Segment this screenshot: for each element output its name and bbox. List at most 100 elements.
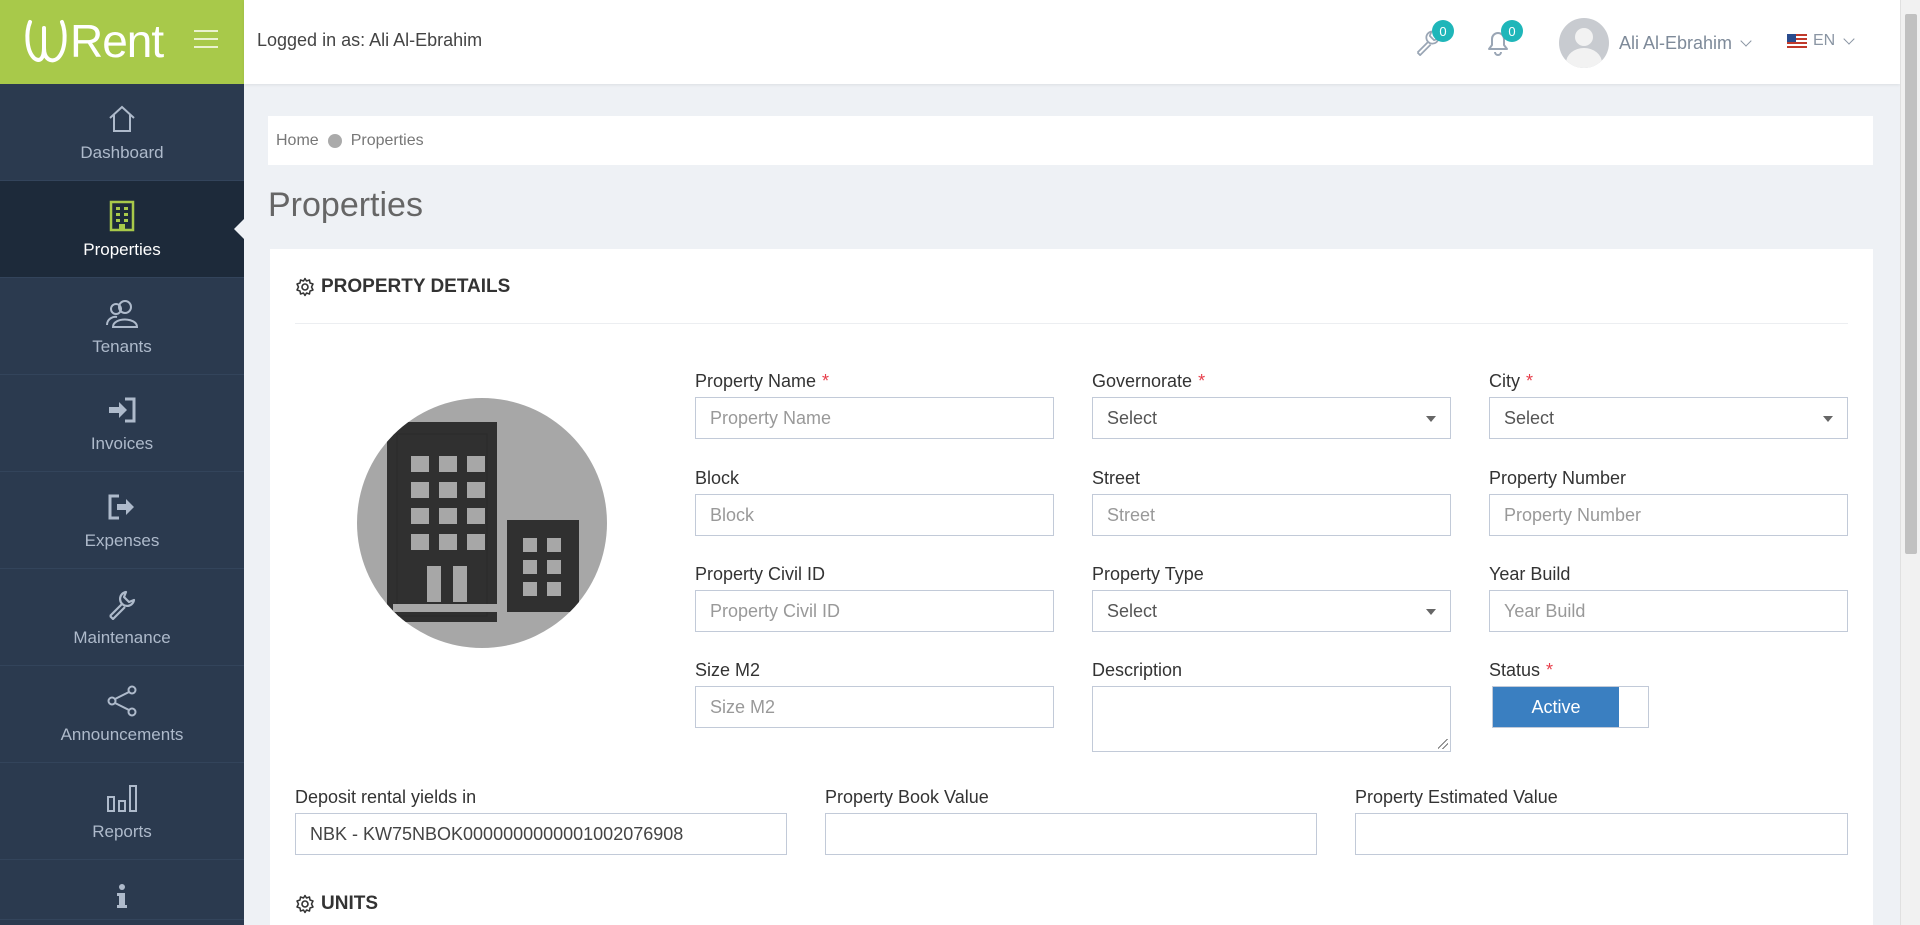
civil-id-label: Property Civil ID xyxy=(695,564,826,584)
sidebar-item-dashboard[interactable]: Dashboard xyxy=(0,84,244,181)
year-build-input[interactable]: Year Build xyxy=(1489,590,1848,632)
sidebar-item-properties[interactable]: Properties xyxy=(0,181,244,278)
sidebar-item-invoices[interactable]: Invoices xyxy=(0,375,244,472)
property-name-field: Property Name * Property Name xyxy=(695,371,1054,439)
sidebar-item-label: Properties xyxy=(83,240,161,259)
breadcrumb-home-link[interactable]: Home xyxy=(276,132,319,150)
page-title: Properties xyxy=(268,186,423,224)
section-title-text: UNITS xyxy=(321,893,378,914)
logo-bar: Rent xyxy=(0,0,244,84)
chevron-down-icon xyxy=(1740,34,1752,47)
units-heading: UNITS xyxy=(295,893,378,915)
logged-in-label: Logged in as: Ali Al-Ebrahim xyxy=(257,30,483,50)
city-select[interactable]: Select xyxy=(1489,397,1848,439)
description-textarea[interactable] xyxy=(1092,686,1451,752)
sidebar-item-tenants[interactable]: Tenants xyxy=(0,278,244,375)
sidebar-item-expenses[interactable]: Expenses xyxy=(0,472,244,569)
sidebar-item-label: Tenants xyxy=(92,337,152,356)
property-image-placeholder[interactable] xyxy=(357,398,607,648)
bar-chart-icon xyxy=(106,780,138,816)
sidebar-item-announcements[interactable]: Announcements xyxy=(0,666,244,763)
avatar xyxy=(1559,18,1609,68)
estimated-value-input[interactable] xyxy=(1355,813,1848,855)
notifications-badge: 0 xyxy=(1501,20,1523,42)
maintenance-requests-button[interactable]: 0 xyxy=(1414,20,1454,61)
property-name-input[interactable]: Property Name xyxy=(695,397,1054,439)
block-input[interactable]: Block xyxy=(695,494,1054,536)
city-label: City * xyxy=(1489,371,1534,391)
governorate-select[interactable]: Select xyxy=(1092,397,1451,439)
civil-id-input[interactable]: Property Civil ID xyxy=(695,590,1054,632)
status-field: Status * Active xyxy=(1489,660,1848,728)
status-label: Status * xyxy=(1489,660,1554,680)
size-input[interactable]: Size M2 xyxy=(695,686,1054,728)
property-details-card: PROPERTY DETAILS Property Name * Propert… xyxy=(270,249,1873,925)
notifications-button[interactable]: 0 xyxy=(1485,20,1523,61)
resize-handle-icon xyxy=(1438,739,1448,749)
status-inactive-option[interactable] xyxy=(1619,687,1648,727)
user-name: Ali Al-Ebrahim xyxy=(1619,32,1733,53)
street-input[interactable]: Street xyxy=(1092,494,1451,536)
deposit-field: Deposit rental yields in NBK - KW75NBOK0… xyxy=(295,787,787,855)
sidebar-item-label: Announcements xyxy=(60,725,184,744)
status-toggle[interactable]: Active xyxy=(1492,686,1649,728)
book-value-label: Property Book Value xyxy=(825,787,989,807)
gear-icon xyxy=(296,894,314,914)
sidebar-item-label: Expenses xyxy=(84,531,160,550)
logo-mark-icon xyxy=(25,20,67,63)
section-title-text: PROPERTY DETAILS xyxy=(321,276,511,297)
sidebar-item-reports[interactable]: Reports xyxy=(0,763,244,860)
breadcrumb-current: Properties xyxy=(350,131,424,149)
governorate-label: Governorate * xyxy=(1092,371,1206,391)
sidebar-item-label: Maintenance xyxy=(73,628,171,647)
deposit-label: Deposit rental yields in xyxy=(295,787,477,807)
section-divider xyxy=(295,323,1848,324)
page-scrollbar[interactable] xyxy=(1900,0,1920,925)
gear-icon xyxy=(296,277,314,297)
share-icon xyxy=(106,683,138,719)
property-type-field: Property Type Select xyxy=(1092,564,1451,632)
civil-id-field: Property Civil ID Property Civil ID xyxy=(695,564,1054,632)
scrollbar-thumb[interactable] xyxy=(1905,14,1917,554)
chevron-down-icon xyxy=(1843,32,1855,45)
sign-out-icon xyxy=(107,489,137,525)
size-label: Size M2 xyxy=(695,660,761,680)
top-bar: Logged in as: Ali Al-Ebrahim 0 0 Ali Al-… xyxy=(244,0,1900,84)
user-menu[interactable]: Ali Al-Ebrahim xyxy=(1559,18,1752,68)
year-build-label: Year Build xyxy=(1489,564,1571,584)
status-active-option[interactable]: Active xyxy=(1493,687,1619,727)
property-number-input[interactable]: Property Number xyxy=(1489,494,1848,536)
wrench-icon xyxy=(106,586,138,622)
us-flag-icon xyxy=(1787,34,1807,48)
property-details-heading: PROPERTY DETAILS xyxy=(295,276,510,298)
users-icon xyxy=(105,295,139,331)
info-icon xyxy=(116,878,128,913)
building-icon xyxy=(108,198,136,234)
property-type-select[interactable]: Select xyxy=(1092,590,1451,632)
deposit-select[interactable]: NBK - KW75NBOK0000000000001002076908 xyxy=(295,813,787,855)
breadcrumb-separator-icon xyxy=(327,133,342,148)
block-field: Block Block xyxy=(695,468,1054,536)
description-label: Description xyxy=(1092,660,1183,680)
block-label: Block xyxy=(695,468,740,488)
logo-text: Rent xyxy=(70,15,164,67)
street-label: Street xyxy=(1092,468,1141,488)
sidebar-item-maintenance[interactable]: Maintenance xyxy=(0,569,244,666)
book-value-input[interactable] xyxy=(825,813,1317,855)
sidebar-item-label: Invoices xyxy=(90,434,154,453)
sidebar-item-info[interactable] xyxy=(0,860,244,920)
estimated-value-label: Property Estimated Value xyxy=(1355,787,1558,807)
language-selector[interactable]: EN xyxy=(1787,32,1855,50)
app-logo[interactable]: Rent xyxy=(24,14,164,68)
caret-down-icon xyxy=(1426,416,1436,422)
home-icon xyxy=(105,101,139,137)
caret-down-icon xyxy=(1823,416,1833,422)
maintenance-badge: 0 xyxy=(1432,20,1454,42)
building-icon xyxy=(387,422,579,622)
size-field: Size M2 Size M2 xyxy=(695,660,1054,728)
property-number-field: Property Number Property Number xyxy=(1489,468,1848,536)
caret-down-icon xyxy=(1426,609,1436,615)
language-label: EN xyxy=(1813,32,1836,49)
menu-toggle-icon[interactable] xyxy=(194,30,218,50)
sidebar-item-label: Reports xyxy=(92,822,152,841)
